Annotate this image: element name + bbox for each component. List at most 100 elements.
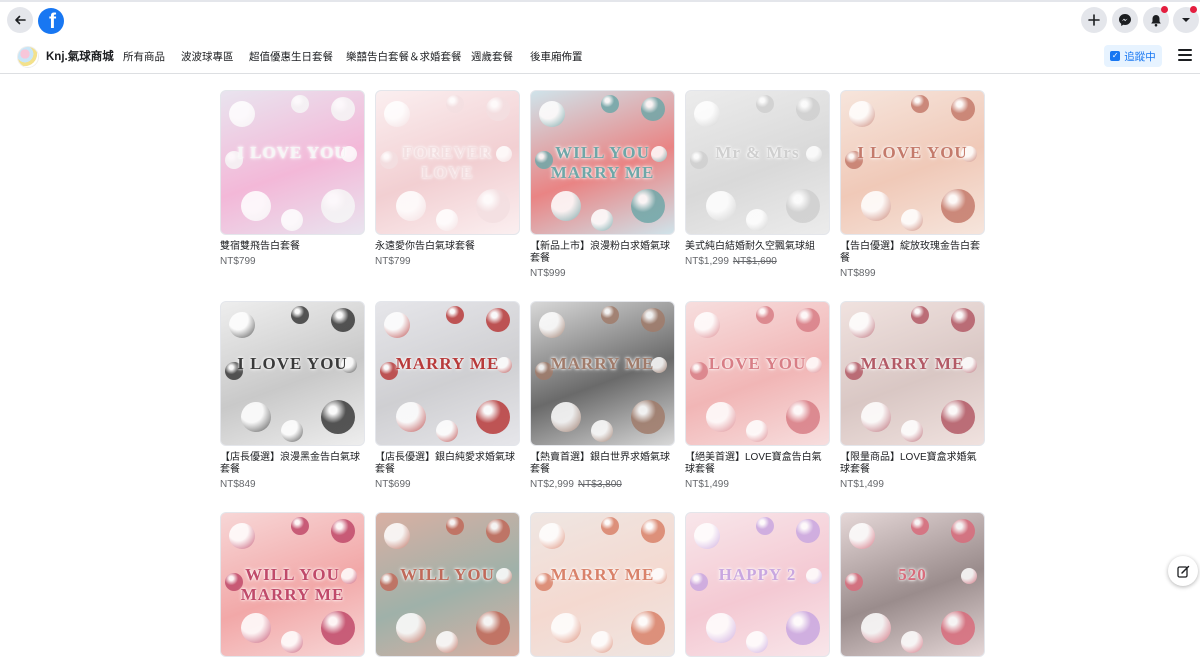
image-art-text: HAPPY 2	[718, 565, 797, 584]
product-image[interactable]: WILL YOU	[375, 512, 520, 657]
back-button[interactable]	[7, 7, 33, 33]
balloon-decoration	[786, 189, 820, 223]
balloon-decoration	[446, 517, 464, 535]
product-price: NT$899	[840, 268, 876, 279]
create-button[interactable]	[1081, 7, 1107, 33]
product-title[interactable]: 【絕美首選】LOVE寶盒告白氣球套餐	[685, 452, 830, 476]
product-title[interactable]: 【熱賣首選】銀白世界求婚氣球套餐	[530, 452, 675, 476]
nav-item-bobo-balloons[interactable]: 波波球專區	[181, 49, 234, 64]
balloon-decoration	[321, 400, 355, 434]
balloon-decoration	[281, 209, 303, 231]
product-image[interactable]: FOREVER LOVE	[375, 90, 520, 235]
balloon-decoration	[539, 523, 565, 549]
product-card[interactable]: WILL YOU	[375, 512, 520, 657]
following-label: 追蹤中	[1124, 50, 1156, 63]
messenger-button[interactable]	[1112, 7, 1138, 33]
product-price-row: NT$999	[530, 268, 675, 279]
balloon-decoration	[281, 420, 303, 442]
balloon-decoration	[941, 400, 975, 434]
product-title[interactable]: 永遠愛你告白氣球套餐	[375, 241, 520, 253]
product-image[interactable]: WILL YOU MARRY ME	[220, 512, 365, 657]
image-art-text: MARRY ME	[395, 354, 500, 373]
product-image[interactable]: MARRY ME	[530, 301, 675, 446]
product-image[interactable]: LOVE YOU	[685, 301, 830, 446]
account-chevron-icon	[1182, 18, 1190, 22]
shop-name[interactable]: Knj.氣球商城	[46, 48, 114, 64]
balloon-decoration	[384, 312, 410, 338]
balloon-decoration	[756, 517, 774, 535]
product-card[interactable]: WILL YOU MARRY ME 【新品上市】浪漫粉白求婚氣球套餐 NT$999	[530, 90, 675, 279]
product-title[interactable]: 美式純白結婚耐久空飄氣球組	[685, 241, 830, 253]
product-price: NT$849	[220, 479, 256, 490]
balloon-decoration	[849, 312, 875, 338]
product-image[interactable]: MARRY ME	[375, 301, 520, 446]
image-art-text: I LOVE YOU	[237, 354, 348, 373]
product-image[interactable]: MARRY ME	[530, 512, 675, 657]
balloon-decoration	[396, 613, 426, 643]
nav-item-all-products[interactable]: 所有商品	[123, 49, 165, 64]
balloon-decoration	[321, 611, 355, 645]
product-image[interactable]: WILL YOU MARRY ME	[530, 90, 675, 235]
product-image[interactable]: I LOVE YOU	[220, 301, 365, 446]
product-price-row: NT$699	[375, 479, 520, 490]
nav-item-first-birthday[interactable]: 週歲套餐	[471, 49, 513, 64]
balloon-decoration	[436, 209, 458, 231]
product-title[interactable]: 【限量商品】LOVE寶盒求婚氣球套餐	[840, 452, 985, 476]
product-price: NT$799	[375, 256, 411, 267]
nav-item-car-trunk[interactable]: 後車廂佈置	[530, 49, 583, 64]
balloon-decoration	[861, 191, 891, 221]
menu-icon[interactable]	[1178, 49, 1192, 61]
bell-icon	[1151, 14, 1161, 26]
product-card[interactable]: Mr & Mrs 美式純白結婚耐久空飄氣球組 NT$1,299 NT$1,690	[685, 90, 830, 267]
balloon-decoration	[241, 613, 271, 643]
balloon-decoration	[746, 631, 768, 653]
balloon-decoration	[911, 306, 929, 324]
product-title[interactable]: 【告白優選】綻放玫瑰金告白套餐	[840, 241, 985, 265]
product-price: NT$799	[220, 256, 256, 267]
product-image[interactable]: 520	[840, 512, 985, 657]
product-image[interactable]: I LOVE YOU	[220, 90, 365, 235]
product-card[interactable]: WILL YOU MARRY ME	[220, 512, 365, 657]
balloon-decoration	[631, 400, 665, 434]
image-art-text: I LOVE YOU	[857, 143, 968, 162]
balloon-decoration	[601, 517, 619, 535]
product-image[interactable]: I LOVE YOU	[840, 90, 985, 235]
product-card[interactable]: LOVE YOU 【絕美首選】LOVE寶盒告白氣球套餐 NT$1,499	[685, 301, 830, 490]
nav-item-proposal-sets[interactable]: 樂囍告白套餐＆求婚套餐	[346, 49, 462, 64]
following-button[interactable]: ✓ 追蹤中	[1104, 45, 1162, 67]
product-card[interactable]: MARRY ME 【熱賣首選】銀白世界求婚氣球套餐 NT$2,999 NT$3,800	[530, 301, 675, 490]
product-title[interactable]: 【店長優選】銀白純愛求婚氣球套餐	[375, 452, 520, 476]
compose-button[interactable]	[1168, 556, 1198, 586]
product-title[interactable]: 【新品上市】浪漫粉白求婚氣球套餐	[530, 241, 675, 265]
product-image[interactable]: MARRY ME	[840, 301, 985, 446]
balloon-decoration	[641, 519, 665, 543]
balloon-decoration	[281, 631, 303, 653]
product-price: NT$1,499	[685, 479, 729, 490]
product-image[interactable]: HAPPY 2	[685, 512, 830, 657]
nav-item-birthday-sets[interactable]: 超值優惠生日套餐	[249, 49, 333, 64]
product-card[interactable]: I LOVE YOU 【店長優選】浪漫黑金告白氣球套餐 NT$849	[220, 301, 365, 490]
product-card[interactable]: MARRY ME 【店長優選】銀白純愛求婚氣球套餐 NT$699	[375, 301, 520, 490]
product-card[interactable]: I LOVE YOU 雙宿雙飛告白套餐 NT$799	[220, 90, 365, 267]
account-badge	[1190, 6, 1197, 13]
balloon-decoration	[384, 523, 410, 549]
image-art-text: WILL YOU	[400, 565, 495, 584]
product-title[interactable]: 雙宿雙飛告白套餐	[220, 241, 365, 253]
balloon-decoration	[786, 400, 820, 434]
balloon-decoration	[476, 400, 510, 434]
product-card[interactable]: 520	[840, 512, 985, 657]
product-card[interactable]: HAPPY 2	[685, 512, 830, 657]
product-card[interactable]: I LOVE YOU 【告白優選】綻放玫瑰金告白套餐 NT$899	[840, 90, 985, 279]
product-title[interactable]: 【店長優選】浪漫黑金告白氣球套餐	[220, 452, 365, 476]
balloon-decoration	[436, 420, 458, 442]
balloon-decoration	[861, 613, 891, 643]
facebook-logo[interactable]: f	[38, 8, 64, 34]
product-image[interactable]: Mr & Mrs	[685, 90, 830, 235]
image-art-text: I LOVE YOU	[237, 143, 348, 162]
product-card[interactable]: FOREVER LOVE 永遠愛你告白氣球套餐 NT$799	[375, 90, 520, 267]
shop-logo[interactable]	[17, 46, 39, 68]
balloon-decoration	[951, 519, 975, 543]
product-card[interactable]: MARRY ME 【限量商品】LOVE寶盒求婚氣球套餐 NT$1,499	[840, 301, 985, 490]
balloon-decoration	[591, 631, 613, 653]
product-card[interactable]: MARRY ME	[530, 512, 675, 657]
